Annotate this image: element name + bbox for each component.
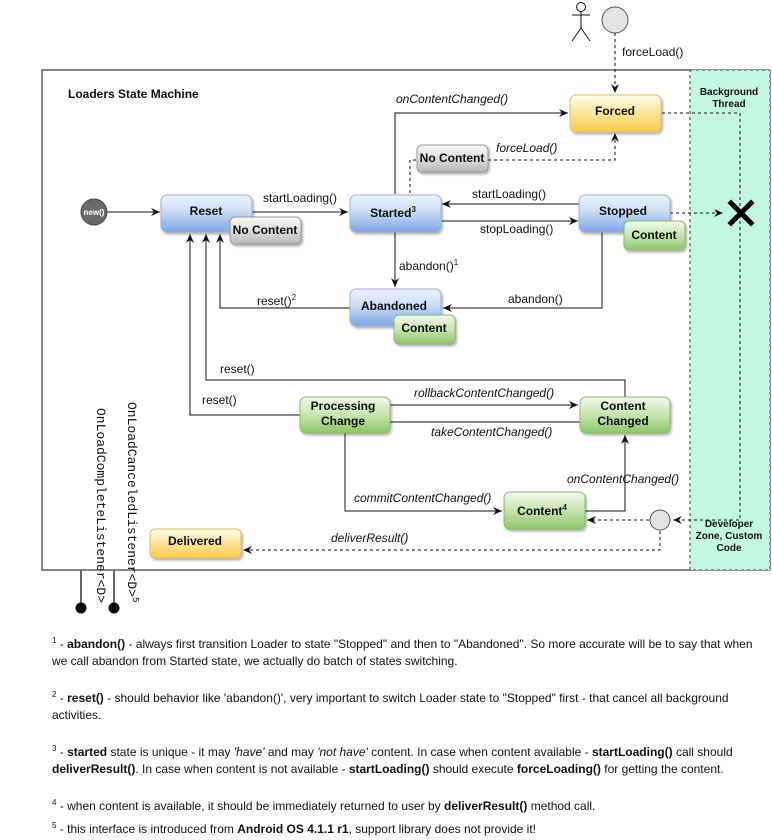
on-load-complete-listener-port [75,570,87,614]
transition-stop-loading: stopLoading() [480,222,553,236]
diagram-title: Loaders State Machine [68,87,199,101]
state-content-changed[interactable]: Content Changed [579,396,671,434]
svg-text:No Content: No Content [420,151,485,165]
listener-complete-label: OnLoadCompleteListener<D> [93,408,108,603]
svg-text:Content: Content [631,228,676,242]
transition-start-loading-1: startLoading() [263,191,337,205]
actor-icon [571,2,591,42]
footnotes: 1 - abandon() - always first transition … [52,632,764,840]
state-forced[interactable]: Forced [569,94,662,133]
state-processing-change[interactable]: Processing Change [299,396,391,434]
svg-text:Forced: Forced [595,104,635,118]
transition-abandon-2: abandon() [508,292,563,306]
svg-text:No Content: No Content [233,223,298,237]
transition-take: takeContentChanged() [431,425,552,439]
state-started[interactable]: Started3 [349,194,442,233]
result-junction-node [649,509,671,531]
transition-force-load-user: forceLoad() [622,45,683,59]
result-to-delivered-edge [243,531,661,554]
svg-text:Reset: Reset [190,204,223,218]
state-delivered[interactable]: Delivered [149,528,242,559]
footnote-1: 1 - abandon() - always first transition … [52,636,753,668]
transition-force-load: forceLoad() [496,141,557,155]
badge-abandoned-content: Content [393,314,456,345]
transition-on-content-changed-bottom: onContentChanged() [567,472,679,486]
on-load-canceled-listener-port [108,570,120,614]
svg-text:Delivered: Delivered [168,534,222,548]
transition-on-content-changed-top: onContentChanged() [396,92,508,106]
badge-reset-no-content: No Content [229,216,302,245]
svg-text:Abandoned: Abandoned [361,299,427,313]
badge-started-no-content: No Content [416,144,489,173]
transition-abandon-1: abandon()1 [399,258,459,273]
transition-start-loading-2: startLoading() [472,187,546,201]
state-machine-diagram: forceLoad() Background Thread Developer Zo… [41,2,771,614]
footnote-5: 5 - this interface is introduced from An… [52,821,537,836]
svg-text:Stopped: Stopped [599,204,647,218]
state-content[interactable]: Content4 [503,491,586,530]
start-node: new() [80,198,108,226]
external-event-node [601,6,629,34]
footnote-4: 4 - when content is available, it should… [52,798,596,813]
svg-text:Content4: Content4 [517,503,567,518]
svg-text:Started3: Started3 [370,205,416,220]
footnote-2: 2 - reset() - should behavior like 'aban… [52,690,729,722]
transition-reset-2: reset()2 [257,293,297,308]
transition-reset-a: reset() [220,362,255,376]
svg-text:new(): new() [84,208,105,217]
transition-rollback: rollbackContentChanged() [414,386,554,400]
svg-text:Content: Content [401,321,446,335]
transition-reset-b: reset() [202,393,237,407]
listener-canceled-label: OnLoadCanceledListener<D>5 [124,402,140,602]
transition-commit: commitContentChanged() [354,491,491,505]
badge-stopped-content: Content [623,220,686,251]
footnote-3: 3 - started state is unique - it may 'ha… [52,744,733,776]
background-thread-zone [689,69,771,571]
transition-deliver-result: deliverResult() [331,531,408,545]
svg-text:ContentChanged: Content Changed [597,399,648,428]
